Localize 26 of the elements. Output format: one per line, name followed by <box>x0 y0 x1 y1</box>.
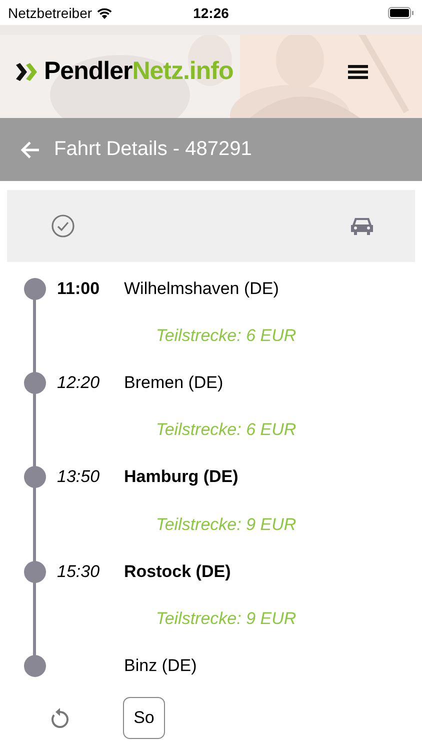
clock-time: 12:26 <box>193 4 229 20</box>
stop-time: 12:20 <box>57 372 100 392</box>
stop-place: Binz (DE) <box>124 656 197 676</box>
refresh-icon[interactable] <box>50 706 70 729</box>
page-title: Fahrt Details - 487291 <box>54 138 252 161</box>
menu-icon[interactable] <box>348 64 368 80</box>
segment-price: Teilstrecke: 9 EUR <box>156 514 296 535</box>
battery-icon <box>388 6 414 18</box>
chevrons-icon <box>16 62 38 80</box>
stop-place: Hamburg (DE) <box>124 467 238 488</box>
car-icon[interactable] <box>351 217 373 235</box>
carrier-name: Netzbetreiber <box>8 4 92 20</box>
check-circle-icon[interactable] <box>51 214 75 238</box>
stop-time: 13:50 <box>57 467 100 486</box>
segment-price: Teilstrecke: 6 EUR <box>156 326 296 346</box>
segment-price: Teilstrecke: 9 EUR <box>156 608 296 629</box>
stop-place: Rostock (DE) <box>124 562 231 582</box>
stop-place: Wilhelmshaven (DE) <box>124 278 279 299</box>
wifi-icon <box>96 6 114 18</box>
logo-text: PendlerNetz.info <box>44 57 234 86</box>
segment-price: Teilstrecke: 6 EUR <box>156 420 296 440</box>
stop-time: 15:30 <box>57 562 100 581</box>
stop-place: Bremen (DE) <box>124 372 224 393</box>
back-arrow-icon[interactable] <box>20 140 40 158</box>
day-button[interactable]: So <box>123 696 165 739</box>
stop-time: 11:00 <box>57 278 100 298</box>
